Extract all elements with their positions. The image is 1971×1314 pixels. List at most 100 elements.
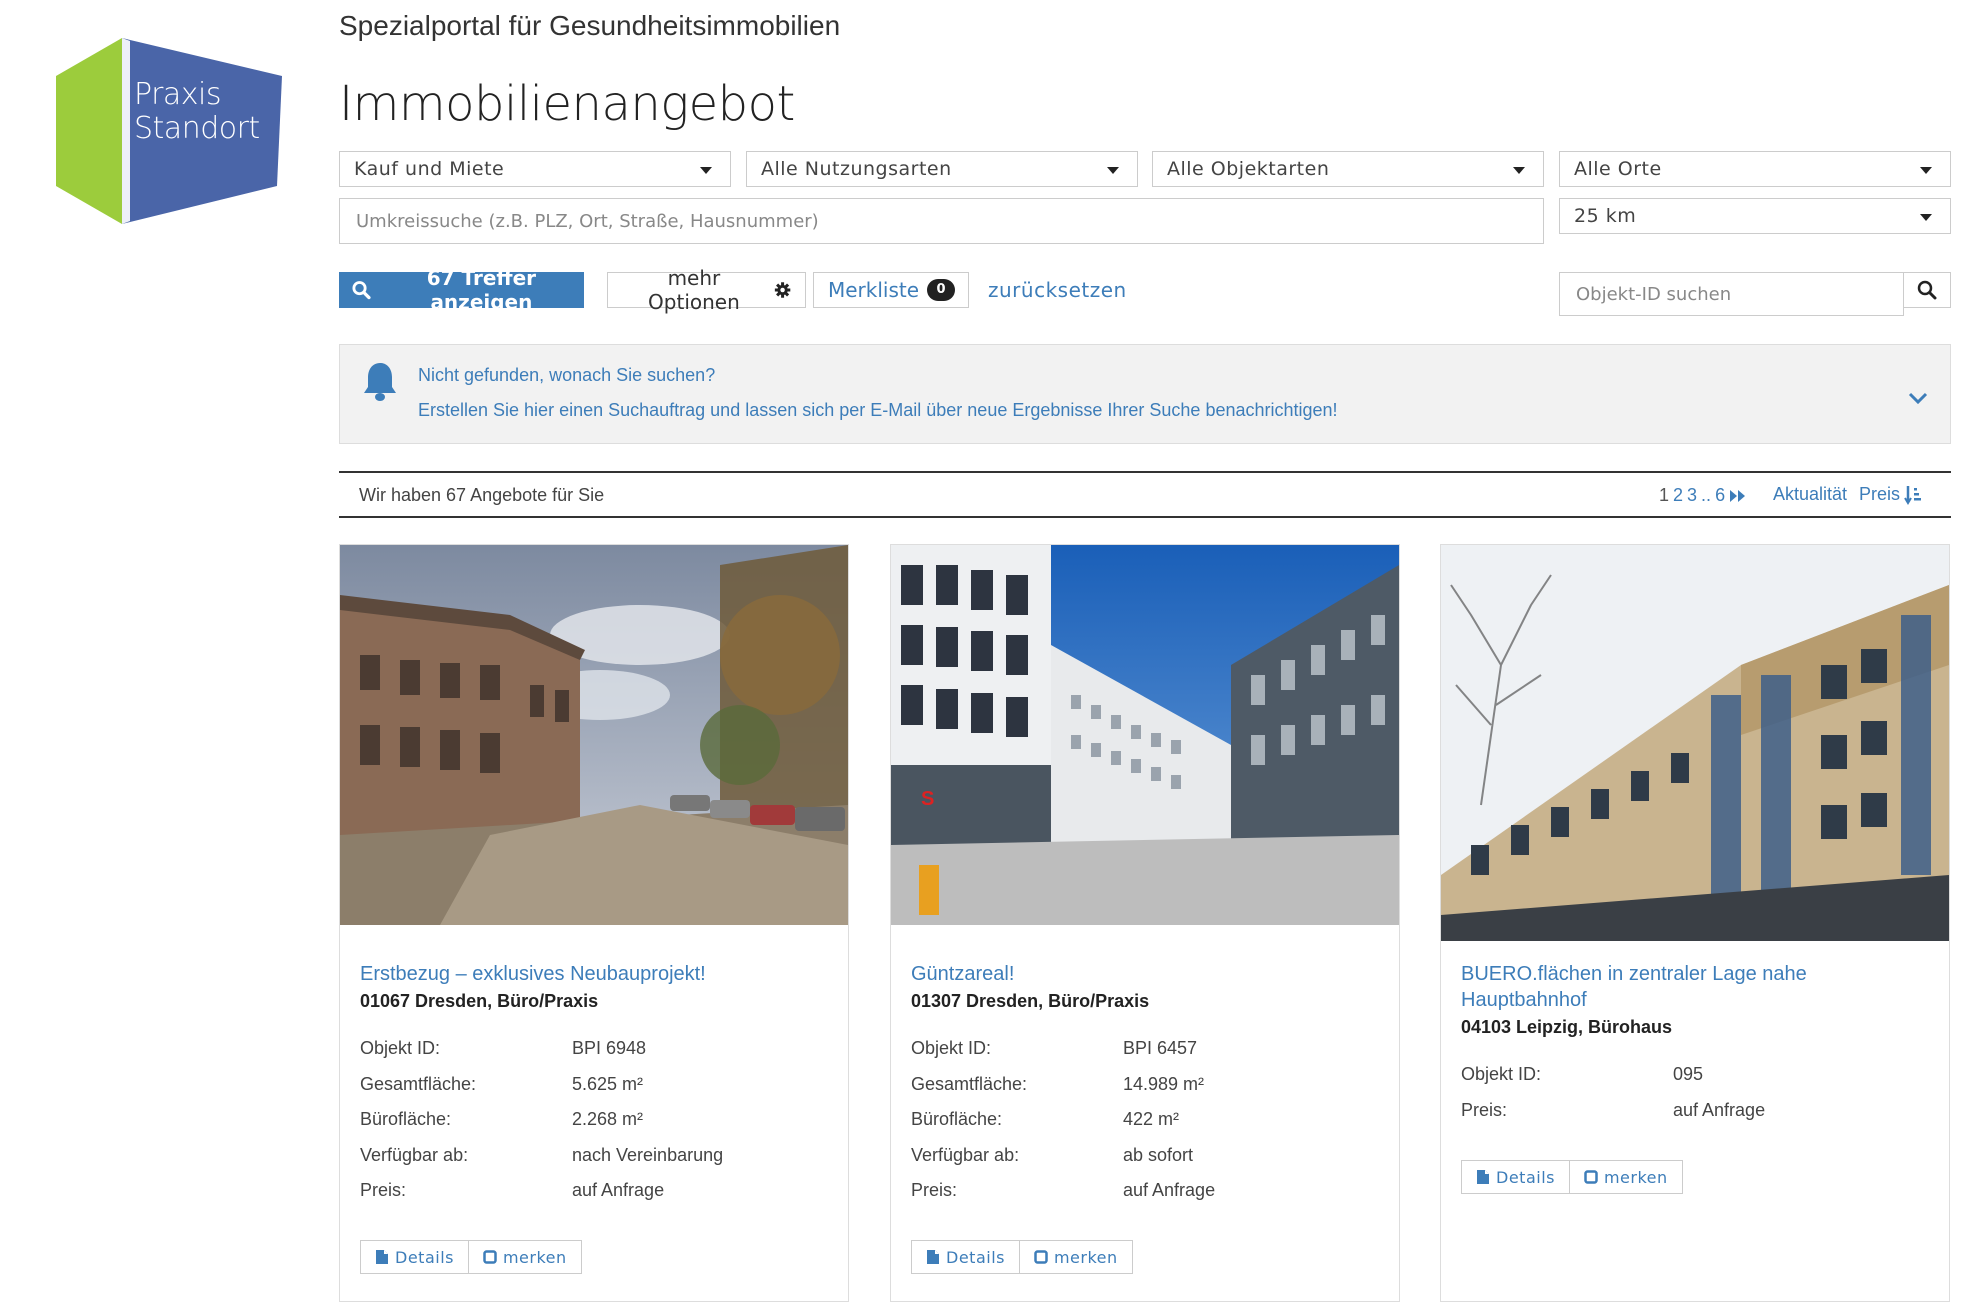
fact-value: BPI 6948 [572,1038,647,1059]
fact-label: Gesamtfläche: [360,1073,477,1094]
search-alert-notice[interactable]: Nicht gefunden, wonach Sie suchen? Erste… [339,344,1951,444]
save-button[interactable]: merken [1019,1240,1133,1274]
bell-icon [364,363,396,401]
search-icon [1917,280,1937,300]
listing-photo[interactable]: S [891,545,1399,925]
logo-line-2: Standort [134,111,260,146]
fact-label: Preis: [360,1180,407,1201]
fact-label: Objekt ID: [911,1038,992,1059]
fact-row: Preis: auf Anfrage [1461,1093,1931,1129]
svg-text:S: S [921,788,934,810]
caret-down-icon [1920,167,1932,174]
fact-value: 095 [1673,1064,1704,1085]
details-button[interactable]: Details [360,1240,469,1274]
watchlist-label: Merkliste [828,278,920,302]
fact-value: nach Vereinbarung [572,1144,724,1165]
chevron-down-icon[interactable] [1908,391,1928,405]
listing-title-link[interactable]: BUERO.flächen in zentraler Lage nahe Hau… [1461,961,1921,1013]
fact-label: Objekt ID: [360,1038,441,1059]
fact-value: auf Anfrage [1123,1180,1216,1201]
fact-value: 2.268 m² [572,1109,644,1130]
page-3[interactable]: 3 [1687,485,1697,506]
listing-facts: Objekt ID: 095 Preis: auf Anfrage [1461,1057,1931,1128]
fact-row: Preis: auf Anfrage [911,1173,1381,1209]
save-label: merken [1603,1167,1668,1187]
listing-title-link[interactable]: Erstbezug – exklusives Neubauprojekt! [360,961,820,987]
checkbox-icon [1034,1250,1048,1264]
listing-actions: Details merken [911,1240,1133,1274]
reset-link[interactable]: zurücksetzen [988,278,1127,302]
listing-photo[interactable] [1441,545,1949,941]
page-1[interactable]: 1 [1659,485,1669,506]
object-id-search-button[interactable] [1903,272,1951,308]
fact-label: Objekt ID: [1461,1064,1542,1085]
page-2[interactable]: 2 [1673,485,1683,506]
sort-price-label: Preis [1859,484,1901,504]
document-icon [927,1250,939,1264]
results-bar: Wir haben 67 Angebote für Sie 1 2 3 .. 6… [339,471,1951,518]
double-chevron-right-icon[interactable] [1729,489,1747,503]
caret-down-icon [1920,214,1932,221]
fact-row: Bürofläche: 422 m² [911,1102,1381,1138]
notice-text[interactable]: Erstellen Sie hier einen Suchauftrag und… [418,400,1338,421]
document-icon [1477,1170,1489,1184]
fact-value: auf Anfrage [572,1180,665,1201]
listing-location: 01307 Dresden, Büro/Praxis [911,991,1150,1011]
show-results-button[interactable]: 67 Treffer anzeigen [339,266,584,314]
fact-row: Preis: auf Anfrage [360,1173,830,1209]
results-count: Wir haben 67 Angebote für Sie [359,485,605,505]
object-id-search-input[interactable] [1559,272,1904,316]
document-icon [376,1250,388,1264]
listing-photo[interactable] [340,545,848,925]
fact-label: Preis: [1461,1099,1508,1120]
listing-location: 01067 Dresden, Büro/Praxis [360,991,599,1011]
listing-actions: Details merken [360,1240,582,1274]
fact-value: BPI 6457 [1123,1038,1198,1059]
marketing-type-select[interactable]: Kauf und Miete [339,151,731,187]
fact-value: 5.625 m² [572,1073,644,1094]
more-options-button[interactable]: mehr Optionen [607,266,806,314]
page-6[interactable]: 6 [1715,485,1725,506]
radius-search-input[interactable] [339,198,1544,244]
listing-card[interactable]: BUERO.flächen in zentraler Lage nahe Hau… [1440,544,1950,1302]
object-type-value: Alle Objektarten [1167,158,1330,180]
save-button[interactable]: merken [1569,1160,1683,1194]
object-type-select[interactable]: Alle Objektarten [1152,151,1544,187]
listing-location: 04103 Leipzig, Bürohaus [1461,1017,1673,1037]
sort-options: Aktualität Preis [1773,484,1922,505]
listing-facts: Objekt ID: BPI 6948 Gesamtfläche: 5.625 m²… [360,1031,830,1209]
sort-recency-link[interactable]: Aktualität [1773,484,1847,505]
listing-actions: Details merken [1461,1160,1683,1194]
watchlist-button[interactable]: Merkliste 0 [813,272,969,308]
fact-row: Gesamtfläche: 14.989 m² [911,1067,1381,1103]
radius-value: 25 km [1574,205,1637,227]
fact-row: Verfügbar ab: ab sofort [911,1138,1381,1174]
details-button[interactable]: Details [1461,1160,1570,1194]
save-button[interactable]: merken [468,1240,582,1274]
fact-row: Objekt ID: BPI 6457 [911,1031,1381,1067]
watchlist-count-badge: 0 [927,279,956,301]
fact-value: 14.989 m² [1123,1073,1205,1094]
pagination: 1 2 3 .. 6 [1659,485,1747,506]
location-select[interactable]: Alle Orte [1559,151,1951,187]
usage-type-select[interactable]: Alle Nutzungsarten [746,151,1138,187]
details-label: Details [1496,1167,1555,1187]
radius-select[interactable]: 25 km [1559,198,1951,234]
details-button[interactable]: Details [911,1240,1020,1274]
fact-value: auf Anfrage [1673,1099,1766,1120]
listing-photo-graphic [1441,545,1949,941]
marketing-type-value: Kauf und Miete [354,158,505,180]
tagline: Spezialportal für Gesundheitsimmobilien [339,10,841,41]
listing-card[interactable]: Erstbezug – exklusives Neubauprojekt! 01… [339,544,849,1302]
fact-row: Objekt ID: BPI 6948 [360,1031,830,1067]
fact-label: Preis: [911,1180,958,1201]
search-icon [352,281,371,300]
checkbox-icon [483,1250,497,1264]
listing-title-link[interactable]: Güntzareal! [911,961,1371,987]
listing-photo-graphic [340,545,848,925]
sort-price-link[interactable]: Preis [1859,484,1922,505]
logo-line-1: Praxis [134,77,221,112]
page-title: Immobilienangebot [339,76,795,132]
logo[interactable]: Praxis Standort [52,36,282,226]
listing-card[interactable]: S Güntzareal! 01307 Dresden, Büro/Praxis… [890,544,1400,1302]
